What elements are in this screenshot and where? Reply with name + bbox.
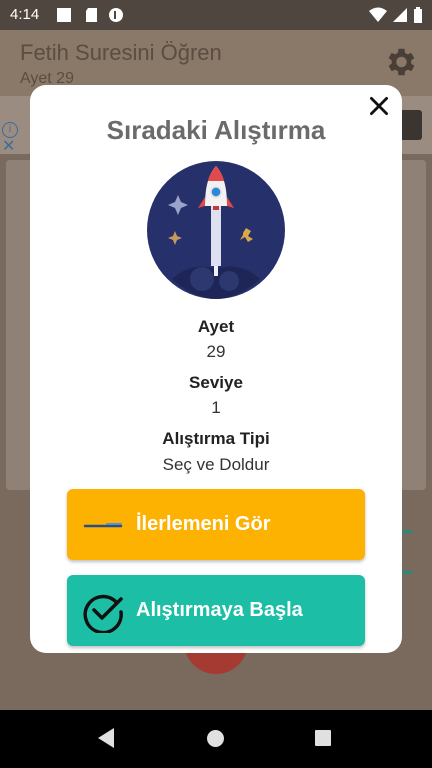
app-title: Fetih Suresini Öğren bbox=[20, 40, 222, 65]
start-exercise-label: Alıştırmaya Başla bbox=[136, 599, 303, 621]
verse-value: 29 bbox=[206, 342, 226, 361]
status-bar: 4:14 bbox=[0, 0, 432, 30]
sd-card-icon bbox=[86, 8, 97, 22]
signal-icon bbox=[393, 8, 407, 22]
battery-icon bbox=[414, 7, 422, 23]
exercise-type-label: Alıştırma Tipi bbox=[162, 429, 270, 448]
status-time: 4:14 bbox=[10, 6, 40, 23]
next-exercise-dialog: Sıradaki Alıştırma Ayet 29 Seviye 1 Alış… bbox=[30, 85, 402, 653]
start-exercise-button[interactable]: Alıştırmaya Başla bbox=[67, 575, 365, 646]
wifi-icon bbox=[369, 7, 387, 22]
view-progress-button[interactable]: İlerlemeni Gör bbox=[67, 489, 365, 560]
home-icon[interactable] bbox=[207, 730, 224, 747]
progress-line-icon bbox=[83, 523, 123, 528]
level-value: 1 bbox=[211, 398, 221, 417]
app-notification-icon bbox=[109, 8, 123, 22]
settings-gear-icon[interactable] bbox=[382, 44, 418, 80]
notification-square-icon bbox=[57, 8, 71, 22]
level-label: Seviye bbox=[189, 373, 243, 392]
exercise-type-value: Seç ve Doldur bbox=[162, 455, 270, 474]
dialog-title: Sıradaki Alıştırma bbox=[106, 115, 326, 145]
checkmark-circle-icon bbox=[83, 594, 123, 633]
recent-apps-icon[interactable] bbox=[315, 730, 331, 746]
rocket-icon bbox=[147, 161, 285, 299]
verse-label: Ayet bbox=[197, 317, 235, 336]
ad-action[interactable] bbox=[400, 110, 422, 140]
ad-close-icon[interactable]: ✕ bbox=[2, 136, 15, 156]
back-icon[interactable] bbox=[98, 728, 114, 748]
view-progress-label: İlerlemeni Gör bbox=[136, 513, 271, 535]
